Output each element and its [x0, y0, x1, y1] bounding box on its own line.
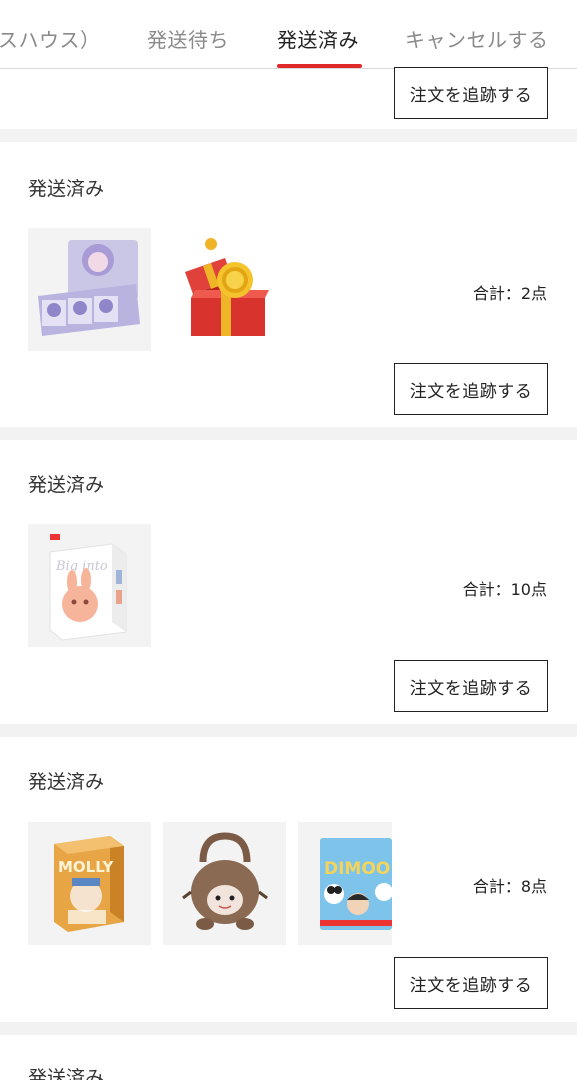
order-status: 発送済み: [28, 178, 105, 200]
order-total: 合計：8点: [472, 877, 547, 896]
order-card-partial: 注文を追跡する: [0, 67, 577, 129]
tab-warehouse[interactable]: スハウス）: [0, 24, 101, 53]
order-card[interactable]: 発送済み 合計：2点 注文を追跡する: [0, 142, 577, 427]
track-order-button[interactable]: 注文を追跡する: [394, 363, 548, 415]
tab-cancel[interactable]: キャンセルする: [405, 24, 549, 53]
product-thumbnail-molly-box[interactable]: MOLLY: [28, 822, 151, 945]
order-status-tabs: スハウス） 発送待ち 発送済み キャンセルする: [0, 0, 577, 69]
order-status: 発送済み: [28, 771, 105, 793]
order-card[interactable]: 発送済み: [0, 1035, 577, 1080]
tab-shipped[interactable]: 発送済み: [277, 24, 359, 53]
track-order-button[interactable]: 注文を追跡する: [394, 660, 548, 712]
order-card[interactable]: 発送済み Big into 合計：10点 注文を追跡する: [0, 440, 577, 724]
product-thumbnail-blind-box-display[interactable]: [28, 228, 151, 351]
product-thumbnail-plush-bag[interactable]: [163, 822, 286, 945]
svg-text:DIMOO: DIMOO: [324, 859, 390, 879]
svg-text:MOLLY: MOLLY: [58, 858, 114, 876]
track-order-button[interactable]: 注文を追跡する: [394, 957, 548, 1009]
product-thumbnail-gift-box[interactable]: [163, 228, 286, 351]
order-status: 発送済み: [28, 474, 105, 496]
product-thumbnail-dimoo-pack[interactable]: DIMOO: [298, 822, 392, 945]
order-total: 合計：10点: [462, 580, 547, 599]
active-tab-indicator: [277, 64, 362, 68]
order-total: 合計：2点: [472, 284, 547, 303]
product-thumbnail-figure-box[interactable]: Big into: [28, 524, 151, 647]
svg-text:Big into: Big into: [55, 559, 108, 574]
tab-awaiting-shipment[interactable]: 発送待ち: [147, 24, 229, 53]
order-status: 発送済み: [28, 1067, 105, 1080]
track-order-button[interactable]: 注文を追跡する: [394, 67, 548, 119]
order-card[interactable]: 発送済み MOLLY DIMOO 合計：8点 注文を追跡する: [0, 737, 577, 1022]
